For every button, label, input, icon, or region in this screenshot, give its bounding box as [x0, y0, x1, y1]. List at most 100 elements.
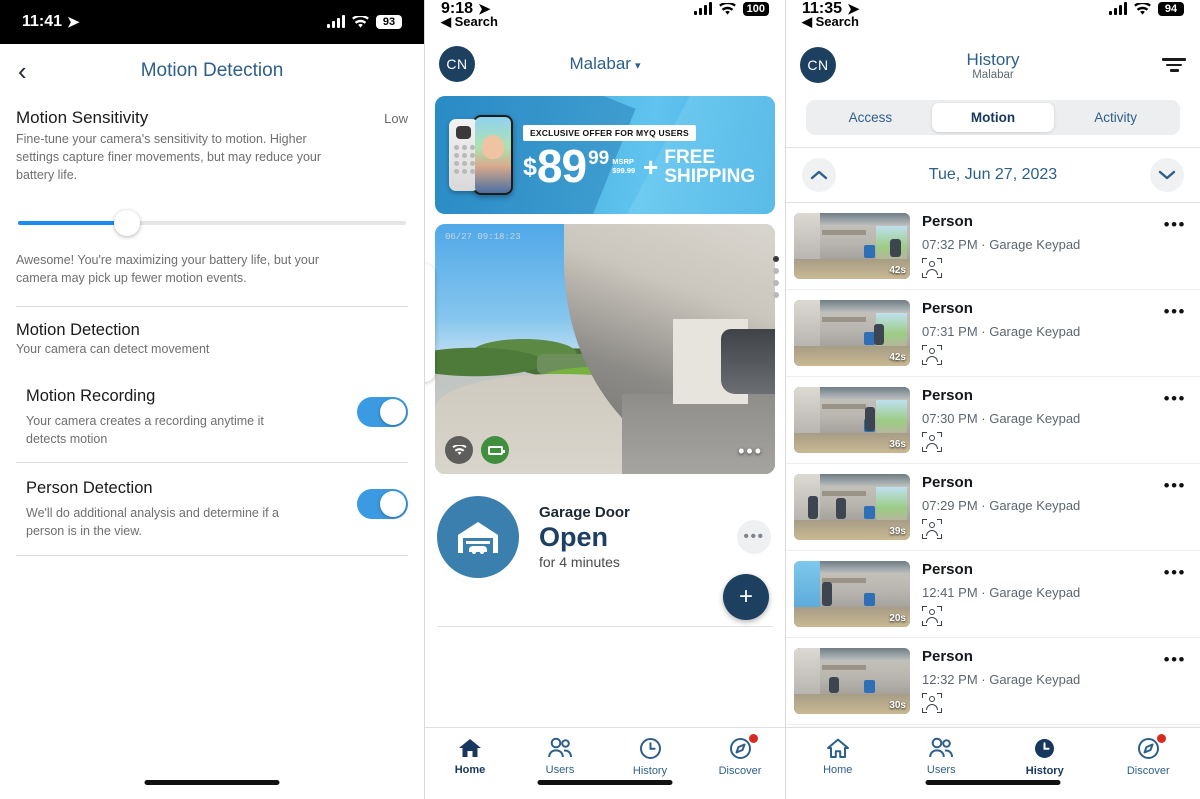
event-more-options-icon[interactable]: •••	[1164, 476, 1186, 496]
event-thumbnail[interactable]: 30s	[794, 648, 910, 714]
row-description: We'll do additional analysis and determi…	[26, 506, 279, 538]
device-card-garage-door[interactable]: Garage Door Open for 4 minutes ••• +	[425, 474, 785, 620]
clock-icon	[639, 738, 661, 759]
home-icon	[459, 739, 481, 757]
event-thumbnail[interactable]: 39s	[794, 474, 910, 540]
divider	[16, 305, 408, 307]
motion-sensitivity-slider[interactable]	[18, 210, 406, 237]
camera-live-view[interactable]: 06/27 09:18:23 •••	[435, 224, 775, 474]
previous-day-button[interactable]	[802, 158, 836, 192]
list-item[interactable]: 39s Person 07:29 PM · Garage Keypad •••	[786, 464, 1200, 551]
event-more-options-icon[interactable]: •••	[1164, 215, 1186, 235]
event-thumbnail[interactable]: 20s	[794, 561, 910, 627]
tab-discover[interactable]: Discover	[1097, 734, 1200, 777]
row-texts: Motion Recording Your camera creates a r…	[26, 387, 301, 449]
page-dot[interactable]	[773, 292, 779, 298]
tab-users[interactable]: Users	[890, 737, 994, 776]
three-phone-screenshots: 11:41 ➤ 93 ‹ Motion Detection Motion Sen…	[0, 0, 1200, 799]
date-navigator: Tue, Jun 27, 2023	[786, 148, 1200, 203]
page-dot[interactable]	[773, 256, 779, 262]
tab-label: Discover	[718, 765, 762, 777]
page-dot[interactable]	[773, 280, 779, 286]
list-item[interactable]: 20s Person 12:41 PM · Garage Keypad •••	[786, 551, 1200, 638]
add-device-button[interactable]: +	[723, 574, 769, 620]
status-right-group: 94	[1109, 2, 1184, 16]
tab-discover[interactable]: Discover	[695, 734, 785, 777]
free-shipping-text: FREE SHIPPING	[664, 146, 755, 187]
cellular-signal-icon	[693, 2, 712, 15]
tab-history[interactable]: History	[605, 737, 695, 777]
device-texts: Garage Door Open for 4 minutes	[539, 504, 737, 569]
event-more-options-icon[interactable]: •••	[1164, 389, 1186, 409]
avatar[interactable]: CN	[439, 46, 475, 82]
setting-row-person-detection[interactable]: Person Detection We'll do additional ana…	[16, 463, 408, 556]
battery-percent: 100	[742, 2, 769, 16]
free-line-1: FREE	[664, 146, 716, 168]
camera-timestamp: 06/27 09:18:23	[445, 232, 521, 242]
tab-access[interactable]: Access	[809, 103, 932, 132]
list-item[interactable]: 42s Person 07:32 PM · Garage Keypad •••	[786, 203, 1200, 290]
promo-price: $ 89 99 MSRP $99.99 + FREE SHIPPING	[523, 143, 759, 189]
event-time: 07:31 PM	[922, 324, 978, 339]
event-time: 12:32 PM	[922, 672, 978, 687]
wifi-icon	[445, 436, 473, 464]
person-detect-icon	[922, 258, 942, 278]
event-meta: 12:41 PM · Garage Keypad	[922, 585, 1081, 600]
location-selector[interactable]: Malabar ▾	[425, 54, 785, 74]
wifi-icon	[352, 15, 369, 29]
back-to-search-label: Search	[454, 14, 498, 29]
promo-banner[interactable]: EXCLUSIVE OFFER FOR MYQ USERS $ 89 99 MS…	[435, 96, 775, 214]
carousel-peek-card[interactable]	[425, 264, 435, 382]
tab-history[interactable]: History	[993, 737, 1097, 777]
person-detection-toggle[interactable]	[357, 489, 408, 520]
camera-more-options-icon[interactable]: •••	[738, 441, 763, 462]
setting-row-motion-recording[interactable]: Motion Recording Your camera creates a r…	[16, 371, 408, 464]
event-body: Person 07:30 PM · Garage Keypad	[922, 387, 1164, 453]
filter-icon[interactable]	[1162, 58, 1186, 72]
home-icon	[826, 738, 849, 758]
device-more-options-icon[interactable]: •••	[737, 520, 771, 554]
segmented-control: Access Motion Activity	[806, 100, 1180, 135]
event-meta: 07:32 PM · Garage Keypad	[922, 237, 1081, 252]
camera-status-badges	[445, 436, 509, 464]
person-detect-icon	[922, 432, 942, 452]
device-state: Open	[539, 522, 609, 553]
tab-motion[interactable]: Motion	[931, 103, 1055, 132]
event-meta: 07:30 PM · Garage Keypad	[922, 411, 1081, 426]
avatar[interactable]: CN	[800, 47, 836, 83]
event-more-options-icon[interactable]: •••	[1164, 650, 1186, 670]
users-icon	[929, 737, 954, 758]
status-bar-left: 11:41 ➤ 93	[0, 0, 424, 44]
event-thumbnail[interactable]: 36s	[794, 387, 910, 453]
event-thumbnail[interactable]: 42s	[794, 213, 910, 279]
tab-activity[interactable]: Activity	[1054, 103, 1177, 132]
status-left-group: 9:18 ➤ ◀ Search	[441, 0, 498, 30]
event-source: Garage Keypad	[989, 585, 1081, 600]
battery-full-icon	[481, 436, 509, 464]
tab-label: Users	[545, 764, 575, 776]
next-day-button[interactable]	[1149, 158, 1184, 192]
slider-thumb[interactable]	[113, 210, 140, 237]
tab-home[interactable]: Home	[425, 737, 515, 776]
home-indicator	[144, 780, 280, 785]
row-texts: Person Detection We'll do additional ana…	[26, 479, 301, 541]
event-body: Person 07:32 PM · Garage Keypad	[922, 213, 1164, 279]
event-more-options-icon[interactable]: •••	[1164, 302, 1186, 322]
motion-detection-group-subtitle: Your camera can detect movement	[16, 341, 210, 356]
motion-recording-toggle[interactable]	[357, 396, 408, 427]
page-dot[interactable]	[773, 268, 779, 274]
list-item[interactable]: 30s Person 12:32 PM · Garage Keypad •••	[786, 638, 1200, 725]
tab-users[interactable]: Users	[515, 737, 605, 776]
motion-detection-group-title: Motion Detection	[16, 320, 140, 339]
carousel-page-dots	[773, 256, 779, 298]
tab-home[interactable]: Home	[786, 737, 890, 776]
list-item[interactable]: 36s Person 07:30 PM · Garage Keypad •••	[786, 377, 1200, 464]
price-cents: 99	[588, 148, 610, 170]
event-thumbnail[interactable]: 42s	[794, 300, 910, 366]
camera-parked-car	[720, 329, 775, 394]
list-item[interactable]: 42s Person 07:31 PM · Garage Keypad •••	[786, 290, 1200, 377]
event-time: 12:41 PM	[922, 585, 978, 600]
keypad-buttons	[454, 145, 475, 174]
event-more-options-icon[interactable]: •••	[1164, 563, 1186, 583]
phone-device-icon	[473, 115, 513, 195]
